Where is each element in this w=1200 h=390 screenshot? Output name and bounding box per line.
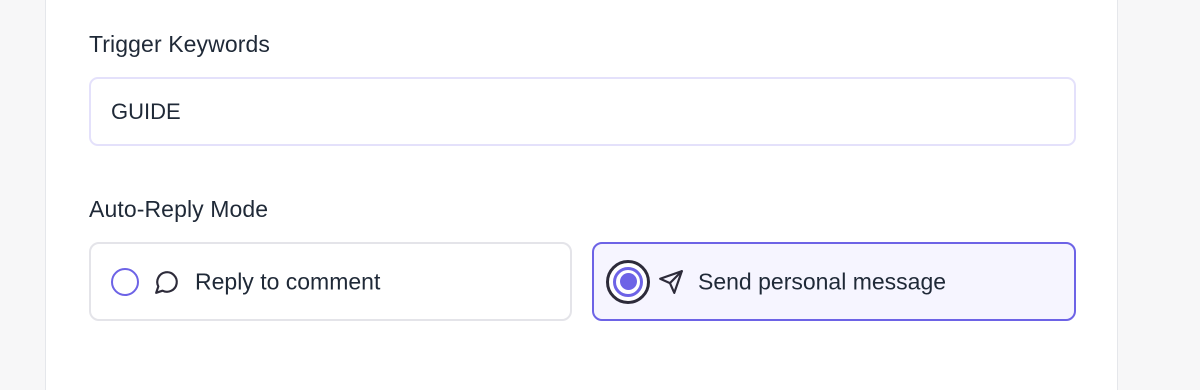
settings-card: Trigger Keywords Auto-Reply Mode Reply t… (45, 0, 1118, 390)
reply-to-comment-radio[interactable] (111, 267, 139, 296)
send-personal-message-label: Send personal message (698, 268, 947, 294)
radio-ring (613, 266, 643, 297)
reply-to-comment-option[interactable]: Reply to comment (89, 242, 572, 321)
send-personal-message-option[interactable]: Send personal message (592, 242, 1076, 321)
send-personal-message-radio[interactable] (606, 259, 650, 304)
trigger-keywords-label: Trigger Keywords (89, 31, 270, 57)
send-icon (658, 269, 684, 295)
reply-to-comment-label: Reply to comment (195, 268, 381, 294)
chat-bubble-icon (154, 269, 180, 295)
trigger-keywords-input[interactable] (89, 77, 1076, 146)
auto-reply-mode-label: Auto-Reply Mode (89, 196, 269, 222)
radio-dot (619, 273, 637, 290)
